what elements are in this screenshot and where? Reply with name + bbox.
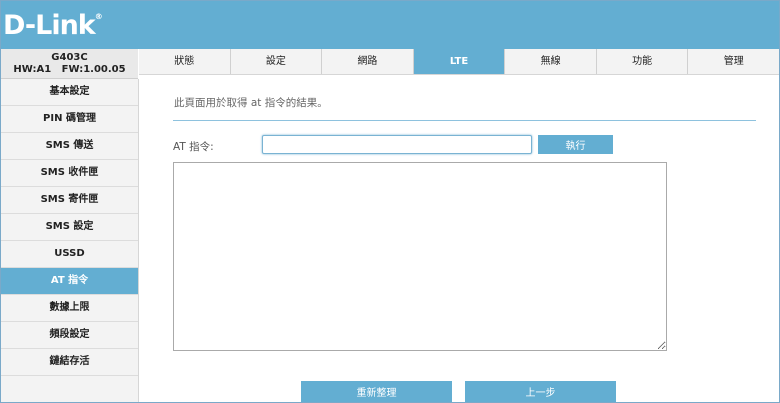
sidebar-item-sms-send[interactable]: SMS 傳送 bbox=[1, 133, 138, 160]
tab-wireless[interactable]: 無線 bbox=[505, 49, 597, 74]
sidebar-item-pin-management[interactable]: PIN 碼管理 bbox=[1, 106, 138, 133]
tab-settings[interactable]: 設定 bbox=[230, 49, 323, 74]
sidebar-item-sms-settings[interactable]: SMS 設定 bbox=[1, 214, 138, 241]
sidebar-item-data-limit[interactable]: 數據上限 bbox=[1, 295, 138, 322]
sidebar-item-band-settings[interactable]: 頻段設定 bbox=[1, 322, 138, 349]
sidebar-item-sms-outbox[interactable]: SMS 寄件匣 bbox=[1, 187, 138, 214]
execute-button[interactable]: 執行 bbox=[538, 135, 613, 154]
sidebar-item-keep-alive[interactable]: 鏈結存活 bbox=[1, 349, 138, 376]
device-info: G403C HW:A1 FW:1.00.05 bbox=[1, 49, 138, 79]
top-nav: 狀態 設定 網路 LTE 無線 功能 管理 bbox=[139, 49, 779, 75]
sidebar-item-sms-inbox[interactable]: SMS 收件匣 bbox=[1, 160, 138, 187]
page-description: 此頁面用於取得 at 指令的結果。 bbox=[174, 97, 328, 109]
tab-management[interactable]: 管理 bbox=[688, 49, 779, 74]
dlink-logo: D-Link® bbox=[3, 10, 103, 41]
sidebar-item-ussd[interactable]: USSD bbox=[1, 241, 138, 268]
tab-features[interactable]: 功能 bbox=[596, 49, 689, 74]
at-command-label: AT 指令: bbox=[173, 141, 214, 153]
result-textarea[interactable] bbox=[173, 162, 667, 351]
back-button[interactable]: 上一步 bbox=[465, 381, 616, 402]
sidebar-item-at-command[interactable]: AT 指令 bbox=[1, 268, 138, 295]
at-command-input[interactable] bbox=[262, 135, 532, 154]
sidebar-item-basic-settings[interactable]: 基本設定 bbox=[1, 79, 138, 106]
sidebar: 基本設定 PIN 碼管理 SMS 傳送 SMS 收件匣 SMS 寄件匣 SMS … bbox=[1, 79, 139, 402]
device-model: G403C bbox=[51, 52, 88, 63]
tab-lte[interactable]: LTE bbox=[413, 49, 506, 74]
tab-network[interactable]: 網路 bbox=[322, 49, 414, 74]
device-version: HW:A1 FW:1.00.05 bbox=[13, 64, 126, 75]
refresh-button[interactable]: 重新整理 bbox=[301, 381, 452, 402]
tab-status[interactable]: 狀態 bbox=[139, 49, 231, 74]
app-window: D-Link® G403C HW:A1 FW:1.00.05 狀態 設定 網路 … bbox=[0, 0, 780, 403]
divider bbox=[173, 120, 756, 121]
header-bar: D-Link® bbox=[1, 1, 779, 49]
main-content: 此頁面用於取得 at 指令的結果。 AT 指令: 執行 重新整理 上一步 bbox=[139, 75, 779, 402]
